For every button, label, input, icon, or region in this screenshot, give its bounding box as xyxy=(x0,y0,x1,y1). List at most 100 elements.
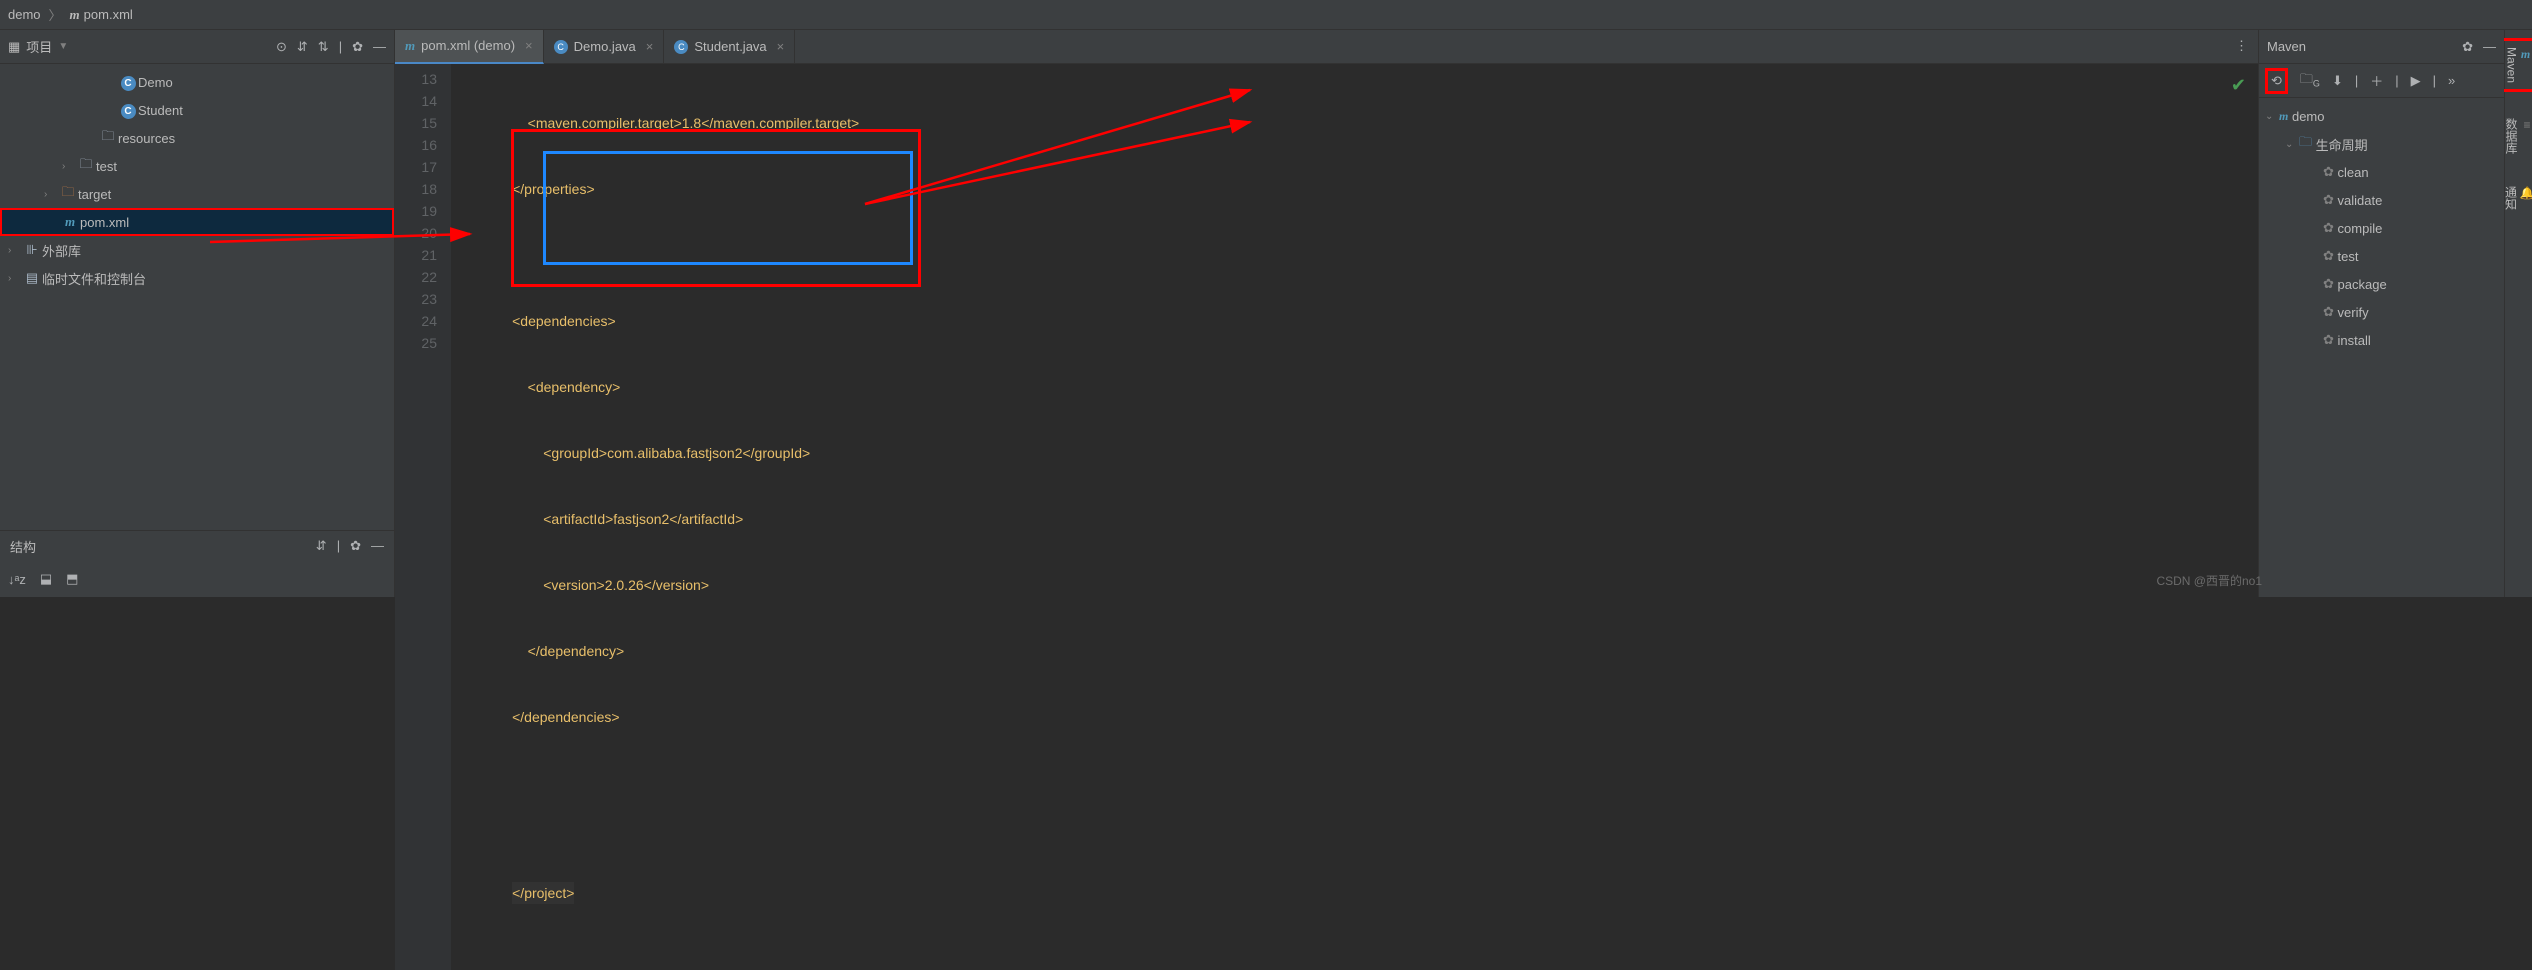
chevron-down-icon[interactable]: ⌄ xyxy=(2265,111,2279,122)
tree-folder-target[interactable]: ›🗀target xyxy=(0,180,394,208)
maven-tree: ⌄m demo ⌄🗀 生命周期 ✿ clean ✿ validate ✿ com… xyxy=(2259,98,2504,358)
code-area[interactable]: 131415 161718 192021 222324 25 <maven.co… xyxy=(395,64,2258,970)
show-icon[interactable]: ⬒ xyxy=(66,571,78,587)
project-tree: CDemo CStudent 🗀resources ›🗀test ›🗀targe… xyxy=(0,64,394,296)
maven-toolbar: ⟲ 🗀G ⬇ | ＋ | ▶ | » xyxy=(2259,64,2504,98)
hide-icon[interactable]: — xyxy=(373,39,386,55)
sidebar-maven[interactable]: mMaven xyxy=(2500,38,2532,92)
gear-icon: ✿ xyxy=(2323,276,2334,292)
divider-icon: | xyxy=(2355,73,2358,88)
tree-class-demo[interactable]: CDemo xyxy=(0,68,394,96)
chevron-down-icon[interactable]: ⌄ xyxy=(2285,139,2299,150)
project-view-icon[interactable]: ▦ xyxy=(8,39,20,55)
maven-goal-validate[interactable]: ✿ validate xyxy=(2259,186,2504,214)
tree-class-student[interactable]: CStudent xyxy=(0,96,394,124)
gear-icon: ✿ xyxy=(2323,248,2334,264)
folder-icon: 🗀 xyxy=(76,155,96,177)
tab-demo[interactable]: CDemo.java× xyxy=(544,30,665,64)
right-sidebar: mMaven ≡数据库 🔔通知 xyxy=(2504,30,2532,597)
hide-icon[interactable]: — xyxy=(371,538,384,554)
tree-folder-resources[interactable]: 🗀resources xyxy=(0,124,394,152)
class-icon: C xyxy=(121,76,136,91)
chevron-right-icon[interactable]: › xyxy=(8,245,22,256)
group-icon[interactable]: ⬓ xyxy=(40,571,52,587)
download-icon[interactable]: ⬇ xyxy=(2332,73,2343,89)
maven-goal-package[interactable]: ✿ package xyxy=(2259,270,2504,298)
folder-icon: 🗀 xyxy=(98,127,118,149)
maven-file-icon: m xyxy=(70,7,80,23)
divider-icon: | xyxy=(337,538,340,554)
structure-panel: 结构 ⇵ | ✿ — ↓ᵃz ⬓ ⬒ xyxy=(0,530,394,597)
tab-pom[interactable]: mpom.xml (demo)× xyxy=(395,30,544,64)
bell-icon: 🔔 xyxy=(2520,186,2532,200)
sidebar-notifications[interactable]: 🔔通知 xyxy=(2501,180,2532,216)
code-content[interactable]: <maven.compiler.target>1.8</maven.compil… xyxy=(451,64,859,970)
maven-title: Maven xyxy=(2267,39,2306,54)
close-icon[interactable]: × xyxy=(525,38,533,53)
maven-goal-compile[interactable]: ✿ compile xyxy=(2259,214,2504,242)
select-opened-icon[interactable]: ⊙ xyxy=(276,39,287,55)
close-icon[interactable]: × xyxy=(777,39,785,54)
chevron-right-icon[interactable]: › xyxy=(44,189,58,200)
breadcrumb-sep: 〉 xyxy=(49,5,62,24)
scratch-icon: ▤ xyxy=(22,270,42,286)
project-panel: ▦ 项目 ▼ ⊙ ⇵ ⇅ | ✿ — CDemo CStudent 🗀resou… xyxy=(0,30,395,597)
maven-goal-verify[interactable]: ✿ verify xyxy=(2259,298,2504,326)
maven-panel: Maven ✿ — ⟲ 🗀G ⬇ | ＋ | ▶ | » ⌄m demo ⌄🗀 … xyxy=(2258,30,2504,597)
gear-icon: ✿ xyxy=(2323,304,2334,320)
chevron-right-icon[interactable]: › xyxy=(62,161,76,172)
settings-icon[interactable]: ✿ xyxy=(350,538,361,554)
gear-icon: ✿ xyxy=(2323,192,2334,208)
settings-icon[interactable]: ✿ xyxy=(352,39,363,55)
structure-title[interactable]: 结构 xyxy=(10,537,36,556)
add-icon[interactable]: ＋ xyxy=(2370,71,2383,90)
library-icon: ⊪ xyxy=(22,242,42,258)
tree-file-pom[interactable]: mpom.xml xyxy=(0,208,394,236)
project-panel-header: ▦ 项目 ▼ ⊙ ⇵ ⇅ | ✿ — xyxy=(0,30,394,64)
tree-external-libs[interactable]: ›⊪外部库 xyxy=(0,236,394,264)
maven-goal-test[interactable]: ✿ test xyxy=(2259,242,2504,270)
dropdown-icon[interactable]: ▼ xyxy=(58,41,68,52)
maven-file-icon: m xyxy=(65,214,75,229)
tab-menu-icon[interactable]: ⋮ xyxy=(2235,38,2248,54)
breadcrumb-file[interactable]: pom.xml xyxy=(84,7,133,22)
tree-scratches[interactable]: ›▤临时文件和控制台 xyxy=(0,264,394,292)
check-icon[interactable]: ✔ xyxy=(2231,74,2246,96)
sort-alpha-icon[interactable]: ↓ᵃz xyxy=(8,572,26,587)
tab-student[interactable]: CStudent.java× xyxy=(664,30,795,64)
maven-project-node[interactable]: ⌄m demo xyxy=(2259,102,2504,130)
class-icon: C xyxy=(121,104,136,119)
maven-file-icon: m xyxy=(405,38,415,54)
divider-icon: | xyxy=(2433,73,2436,88)
settings-icon[interactable]: ✿ xyxy=(2462,39,2473,55)
chevron-right-icon[interactable]: › xyxy=(8,273,22,284)
watermark: CSDN @西晋的no1 xyxy=(2156,572,2262,589)
generate-sources-icon[interactable]: 🗀G xyxy=(2300,70,2320,92)
sidebar-database[interactable]: ≡数据库 xyxy=(2501,112,2532,160)
expand-icon[interactable]: ⇵ xyxy=(316,538,327,554)
maven-icon: m xyxy=(2279,109,2288,123)
gutter: 131415 161718 192021 222324 25 xyxy=(395,64,451,970)
maven-icon: m xyxy=(2521,47,2530,62)
maven-goal-install[interactable]: ✿ install xyxy=(2259,326,2504,354)
project-panel-title[interactable]: 项目 xyxy=(26,37,52,56)
tree-folder-test[interactable]: ›🗀test xyxy=(0,152,394,180)
breadcrumb[interactable]: demo 〉 m pom.xml xyxy=(8,5,133,24)
breadcrumb-bar: demo 〉 m pom.xml xyxy=(0,0,2532,30)
breadcrumb-project[interactable]: demo xyxy=(8,7,41,22)
expand-all-icon[interactable]: ⇵ xyxy=(297,39,308,55)
hide-icon[interactable]: — xyxy=(2483,39,2496,55)
folder-icon: 🗀 xyxy=(58,183,78,205)
gear-icon: ✿ xyxy=(2323,332,2334,348)
editor: mpom.xml (demo)× CDemo.java× CStudent.ja… xyxy=(395,30,2258,597)
gear-icon: ✿ xyxy=(2323,220,2334,236)
java-class-icon: C xyxy=(554,40,568,54)
refresh-icon[interactable]: ⟲ xyxy=(2265,68,2288,94)
maven-lifecycle-node[interactable]: ⌄🗀 生命周期 xyxy=(2259,130,2504,158)
run-icon[interactable]: ▶ xyxy=(2411,73,2421,89)
collapse-all-icon[interactable]: ⇅ xyxy=(318,39,329,55)
more-icon[interactable]: » xyxy=(2448,73,2455,88)
close-icon[interactable]: × xyxy=(646,39,654,54)
gear-icon: ✿ xyxy=(2323,164,2334,180)
maven-goal-clean[interactable]: ✿ clean xyxy=(2259,158,2504,186)
